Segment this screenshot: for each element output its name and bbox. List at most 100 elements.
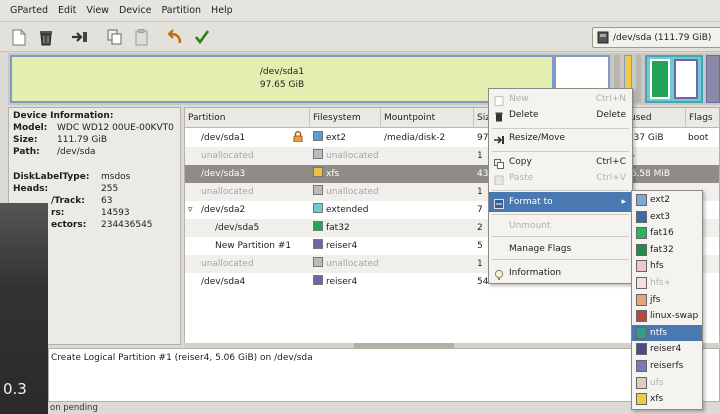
- filesystem-color-swatch: [636, 243, 647, 256]
- menu-item-information[interactable]: Information: [489, 263, 632, 283]
- device-select-label: /dev/sda (111.79 GiB): [613, 32, 712, 43]
- table-row[interactable]: /dev/sda1 ext2/media/disk-2 97 9.37 GiB boot: [185, 129, 719, 147]
- map-partition-sda1[interactable]: /dev/sda1 97.65 GiB: [10, 55, 554, 103]
- filesystem-color-swatch: [313, 257, 323, 267]
- resize-move-icon[interactable]: [70, 27, 90, 47]
- status-bar: on pending: [50, 403, 98, 413]
- paste-icon[interactable]: [132, 27, 152, 47]
- format-option-ntfs[interactable]: ntfs: [632, 324, 702, 342]
- info-track-value: 63: [101, 196, 113, 206]
- menu-item-paste[interactable]: Paste Ctrl+V: [489, 168, 632, 188]
- menu-help[interactable]: Help: [211, 5, 233, 16]
- menu-item-new-label: New: [509, 94, 529, 104]
- col-header-flags[interactable]: Flags: [686, 108, 719, 128]
- table-row[interactable]: /dev/sda3 xfs 431 26.58 MiB: [185, 165, 719, 183]
- partition-context-menu: New Ctrl+N Delete Delete Resize/Move Copy C…: [488, 88, 633, 284]
- format-option-xfs[interactable]: xfs: [632, 391, 702, 408]
- menu-gparted[interactable]: GParted: [10, 5, 48, 16]
- format-option-hfs[interactable]: hfs: [632, 258, 702, 275]
- menu-item-manage-flags[interactable]: Manage Flags: [489, 239, 632, 259]
- filesystem-color-swatch: [313, 149, 323, 159]
- table-header: Partition Filesystem Mountpoint Siz used…: [185, 108, 719, 128]
- apply-icon[interactable]: [192, 27, 212, 47]
- undo-icon[interactable]: [165, 27, 185, 47]
- format-option-hfs-[interactable]: hfs+: [632, 275, 702, 292]
- format-icon: [494, 197, 504, 209]
- info-sectors-value: 234436545: [101, 220, 153, 230]
- format-option-ext2[interactable]: ext2: [632, 192, 702, 209]
- cell-size: 7: [477, 205, 483, 215]
- info-track-key: /Track:: [51, 196, 85, 206]
- menu-item-unmount[interactable]: Unmount: [489, 216, 632, 236]
- info-size-row: Size: 111.79 GiB: [13, 134, 176, 146]
- format-option-fat16[interactable]: fat16: [632, 225, 702, 242]
- format-option-label: hfs+: [650, 278, 672, 288]
- overlay-number: 0.3: [3, 380, 27, 398]
- format-option-reiser4[interactable]: reiser4: [632, 341, 702, 358]
- cell-partition: /dev/sda2: [201, 205, 246, 215]
- map-partition-size: 97.65 GiB: [259, 80, 305, 90]
- copy-icon[interactable]: [105, 27, 125, 47]
- format-option-ufs[interactable]: ufs: [632, 375, 702, 392]
- map-unallocated-3[interactable]: [636, 55, 641, 103]
- info-heads-row: Heads: 255: [13, 183, 176, 195]
- cell-partition: /dev/sda4: [201, 277, 246, 287]
- info-sectors-key: ectors:: [51, 220, 87, 230]
- cell-partition: /dev/sda3: [201, 169, 246, 179]
- device-select[interactable]: /dev/sda (111.79 GiB): [592, 27, 720, 48]
- cell-size: 97: [477, 133, 489, 143]
- format-option-label: ext2: [650, 195, 670, 205]
- filesystem-color-swatch: [636, 343, 647, 356]
- format-option-linux-swap[interactable]: linux-swap: [632, 308, 702, 325]
- menu-item-resize-label: Resize/Move: [509, 133, 566, 143]
- map-partition-sda5[interactable]: [650, 59, 670, 99]
- col-header-filesystem[interactable]: Filesystem: [310, 108, 381, 128]
- menu-item-flags-label: Manage Flags: [509, 244, 572, 254]
- format-option-label: xfs: [650, 394, 664, 405]
- format-option-jfs[interactable]: jfs: [632, 292, 702, 309]
- menu-partition[interactable]: Partition: [161, 5, 201, 16]
- col-header-partition[interactable]: Partition: [185, 108, 310, 128]
- cell-filesystem: reiser4: [313, 273, 357, 291]
- cell-filesystem: fat32: [313, 219, 350, 237]
- info-model-value: WDC WD12 00UE-00KVT0: [57, 123, 174, 133]
- menu-device[interactable]: Device: [119, 5, 152, 16]
- table-row[interactable]: unallocatedunallocated1---: [185, 147, 719, 165]
- col-header-mountpoint[interactable]: Mountpoint: [381, 108, 474, 128]
- format-to-submenu: ext2 ext3 fat16 fat32 hfs hfs+ jfs linux-swap nt…: [631, 190, 703, 410]
- menu-item-delete[interactable]: Delete Delete: [489, 105, 632, 125]
- expander-icon[interactable]: ▿: [188, 201, 193, 219]
- delete-icon[interactable]: [36, 27, 56, 47]
- map-partition-sda2[interactable]: [645, 55, 703, 103]
- format-option-fat32[interactable]: fat32: [632, 242, 702, 259]
- filesystem-color-swatch: [636, 194, 647, 206]
- map-new-partition[interactable]: [674, 59, 698, 99]
- resize-move-icon: [494, 133, 504, 144]
- cell-size: 1: [477, 259, 483, 269]
- filesystem-color-swatch: [636, 293, 647, 306]
- menu-item-information-label: Information: [509, 268, 562, 278]
- format-option-ext3[interactable]: ext3: [632, 209, 702, 226]
- menu-item-format-label: Format to: [509, 197, 553, 207]
- format-option-label: ntfs: [650, 327, 668, 338]
- paste-icon: [494, 173, 504, 186]
- delete-icon: [494, 110, 504, 122]
- cell-size: 1: [477, 151, 483, 161]
- menubar: GParted Edit View Device Partition Help: [0, 0, 720, 22]
- device-info-title: Device Information:: [13, 111, 114, 121]
- operation-item[interactable]: Create Logical Partition #1 (reiser4, 5.…: [51, 353, 717, 363]
- info-model-row: Model: WDC WD12 00UE-00KVT0: [13, 122, 176, 134]
- menu-edit[interactable]: Edit: [58, 5, 76, 16]
- format-option-label: ufs: [650, 377, 664, 388]
- new-icon[interactable]: [9, 27, 29, 47]
- menu-item-format-to[interactable]: Format to ▸: [489, 192, 632, 212]
- menu-item-resize-move[interactable]: Resize/Move: [489, 128, 632, 148]
- submenu-arrow-icon: ▸: [621, 197, 626, 207]
- menu-view[interactable]: View: [86, 5, 109, 16]
- map-partition-sda4[interactable]: [706, 55, 720, 103]
- col-header-used[interactable]: used: [627, 108, 686, 128]
- format-option-reiserfs[interactable]: reiserfs: [632, 358, 702, 375]
- filesystem-color-swatch: [313, 239, 323, 249]
- cell-size: 1: [477, 187, 483, 197]
- filesystem-color-swatch: [636, 376, 647, 389]
